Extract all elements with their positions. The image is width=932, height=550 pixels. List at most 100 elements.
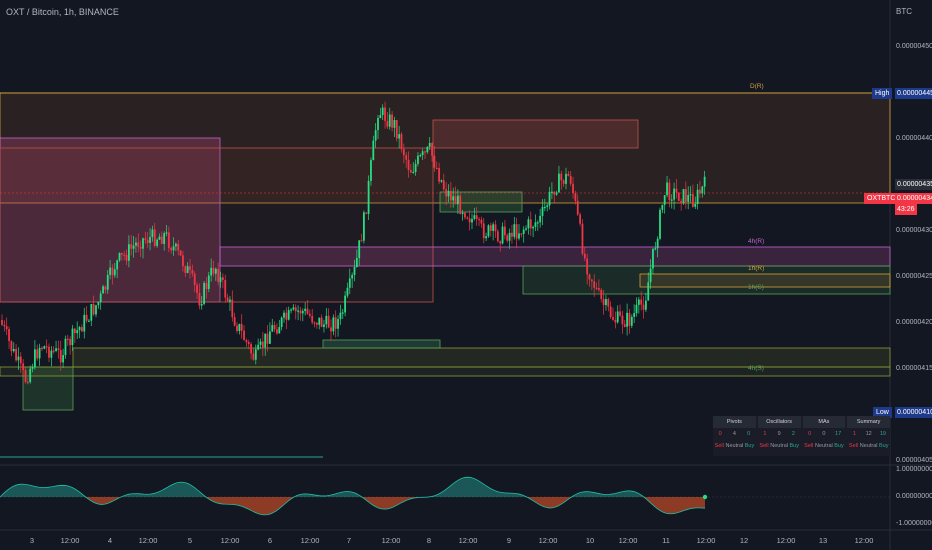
candle-body bbox=[518, 233, 520, 239]
bearish-candle bbox=[365, 212, 368, 215]
oscillator-current-dot bbox=[702, 494, 708, 500]
bearish-candle bbox=[85, 306, 88, 324]
zone-label-1h-support: 1h(S) bbox=[748, 284, 764, 291]
bullish-candle bbox=[38, 343, 41, 366]
candle-body bbox=[19, 356, 22, 364]
candle-body bbox=[675, 188, 678, 193]
bearish-candle bbox=[464, 211, 466, 220]
candle-body bbox=[593, 281, 596, 288]
candle-body bbox=[499, 241, 502, 244]
candle-body bbox=[12, 348, 15, 352]
candle-body bbox=[623, 324, 626, 327]
high-label-badge: High bbox=[872, 88, 893, 99]
candle-body bbox=[496, 231, 499, 242]
candle-body bbox=[229, 299, 231, 302]
candle-body bbox=[259, 341, 262, 345]
candle-body bbox=[184, 266, 187, 273]
candle-body bbox=[38, 347, 41, 359]
bearish-candle bbox=[520, 233, 523, 238]
bearish-candle bbox=[628, 309, 631, 334]
candle-body bbox=[590, 279, 593, 282]
price-axis-currency: BTC bbox=[896, 7, 912, 16]
candle-body bbox=[238, 324, 241, 331]
candle-body bbox=[175, 243, 177, 247]
candle-body bbox=[224, 279, 227, 298]
candle-body bbox=[647, 282, 650, 301]
candle-body bbox=[50, 350, 53, 358]
candle-body bbox=[412, 171, 415, 174]
4h-support-zone bbox=[72, 347, 891, 368]
zone-label-4h-support: 4h(S) bbox=[748, 365, 764, 372]
candle-body bbox=[271, 325, 274, 332]
candle-body bbox=[172, 246, 175, 251]
candle-body bbox=[189, 266, 191, 270]
bullish-candle bbox=[527, 216, 530, 235]
candle-body bbox=[501, 226, 504, 244]
time-tick-label: 4 bbox=[107, 536, 113, 545]
candle-body bbox=[489, 225, 492, 231]
candle-body bbox=[513, 224, 516, 237]
candle-body bbox=[645, 300, 647, 310]
buy-label: Buy bbox=[879, 443, 889, 449]
bearish-candle bbox=[3, 320, 6, 332]
candle-body bbox=[421, 151, 424, 156]
chart-title[interactable]: OXT / Bitcoin, 1h, BINANCE bbox=[6, 7, 119, 17]
bearish-candle bbox=[245, 338, 248, 347]
bearish-candle bbox=[179, 250, 182, 256]
price-tick-label: 0.00000440 bbox=[896, 135, 932, 142]
bullish-candle bbox=[269, 322, 271, 344]
candle-body bbox=[365, 212, 368, 214]
neutral-label: Neutral bbox=[859, 443, 878, 449]
candle-body bbox=[290, 309, 292, 311]
bearish-candle bbox=[623, 319, 626, 328]
candle-body bbox=[532, 226, 534, 229]
candle-body bbox=[569, 175, 572, 184]
candle-body bbox=[245, 340, 248, 343]
candle-body bbox=[642, 304, 645, 310]
time-tick-label: 13 bbox=[818, 536, 828, 545]
candle-body bbox=[308, 313, 311, 316]
bullish-candle bbox=[508, 228, 511, 249]
candle-body bbox=[363, 212, 365, 241]
candle-body bbox=[583, 253, 586, 259]
bullish-candle bbox=[278, 319, 281, 334]
candle-body bbox=[5, 326, 8, 330]
price-tick-label: 0.00000450 bbox=[896, 43, 932, 50]
candle-body bbox=[386, 120, 389, 127]
bullish-candle bbox=[76, 321, 79, 340]
candle-body bbox=[123, 254, 126, 256]
neutral-count: 4 bbox=[732, 431, 736, 437]
candle-body bbox=[325, 315, 328, 325]
time-tick-label: 12:00 bbox=[458, 536, 478, 545]
candle-body bbox=[609, 306, 612, 318]
candle-body bbox=[346, 287, 349, 296]
bearish-candle bbox=[621, 310, 624, 334]
chart-canvas[interactable] bbox=[0, 0, 932, 550]
candle-body bbox=[506, 235, 509, 241]
bearish-candle bbox=[299, 306, 302, 321]
candle-body bbox=[313, 322, 316, 324]
candle-body bbox=[261, 341, 264, 348]
candle-body bbox=[668, 182, 671, 201]
candle-body bbox=[487, 225, 490, 237]
bullish-candle bbox=[339, 304, 342, 325]
candle-body bbox=[654, 248, 657, 250]
bearish-candle bbox=[266, 325, 269, 352]
candle-body bbox=[99, 293, 102, 302]
bullish-candle bbox=[518, 224, 520, 241]
candle-body bbox=[539, 215, 542, 223]
bullish-candle bbox=[501, 222, 504, 245]
sell-label: Sell bbox=[759, 443, 769, 449]
candle-body bbox=[391, 114, 393, 128]
candle-body bbox=[81, 327, 83, 332]
buy-label: Buy bbox=[834, 443, 844, 449]
bearish-candle bbox=[320, 314, 323, 328]
candle-body bbox=[687, 195, 690, 202]
time-tick-label: 8 bbox=[426, 536, 432, 545]
candle-body bbox=[182, 255, 184, 267]
bullish-candle bbox=[626, 303, 628, 336]
candle-body bbox=[334, 317, 337, 329]
candle-body bbox=[301, 311, 304, 314]
candle-body bbox=[22, 363, 25, 371]
candle-body bbox=[64, 338, 67, 356]
